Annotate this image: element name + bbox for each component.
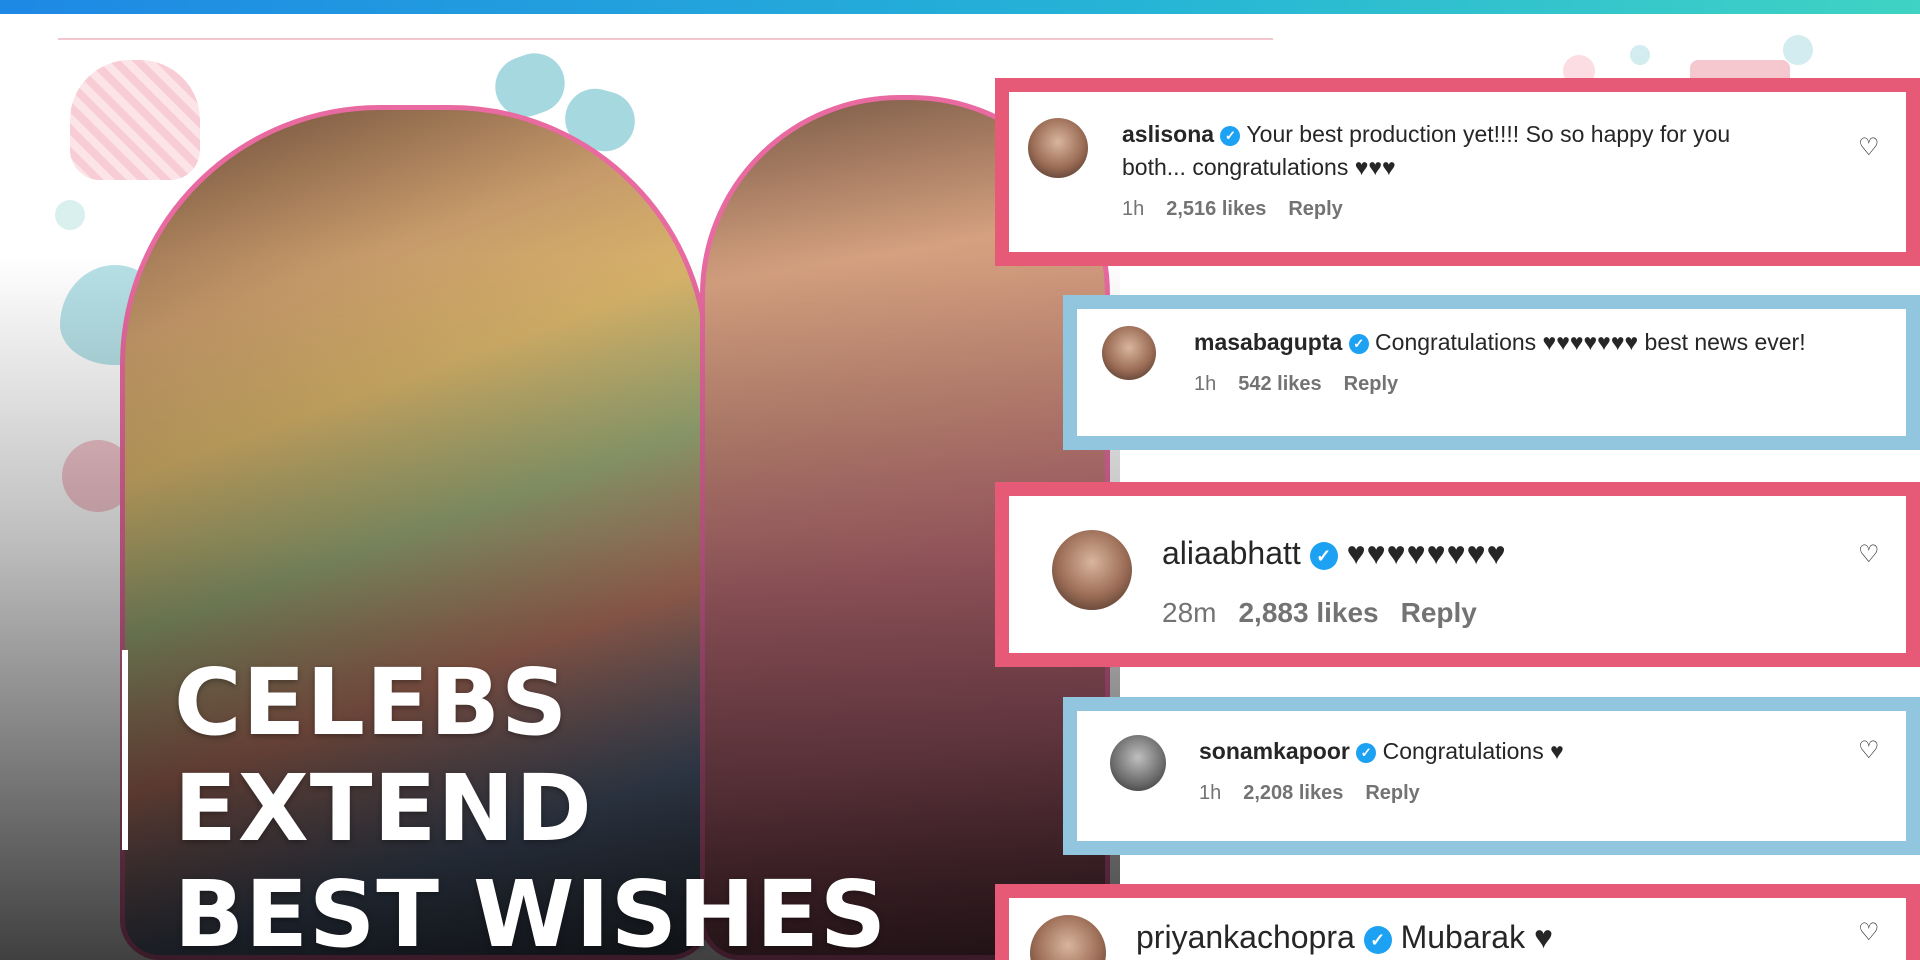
verified-badge-icon: ✓ [1220,125,1241,146]
comment-time: 1h [1199,782,1222,804]
reply-button[interactable]: Reply [1365,777,1419,810]
headline-line-2: BEST WISHES [174,861,888,960]
likes-count[interactable]: 2,883 likes [1238,590,1378,636]
heart-outline-icon[interactable]: ♡ [1858,540,1880,569]
username[interactable]: sonamkapoor [1199,738,1350,764]
reply-button[interactable]: Reply [1344,368,1398,401]
avatar[interactable] [1110,735,1166,791]
comment-aslisona: aslisona ✓ Your best production yet!!!! … [1028,118,1868,226]
comment-masabagupta: masabagupta ✓ Congratulations ♥♥♥♥♥♥♥ be… [1102,326,1902,401]
comment-priyankachopra: priyankachopra ✓ Mubarak ♥ [1030,915,1850,960]
comment-text: Your best production yet!!!! So so happy… [1246,121,1731,147]
username[interactable]: aslisona [1122,121,1214,147]
reply-button[interactable]: Reply [1288,193,1342,226]
avatar[interactable] [1102,326,1156,380]
decor-bubble [1630,45,1650,65]
likes-count[interactable]: 2,516 likes [1166,193,1266,226]
avatar[interactable] [1028,118,1088,178]
comment-text: ♥♥♥♥♥♥♥♥ [1346,535,1507,571]
reply-button[interactable]: Reply [1401,590,1477,636]
avatar[interactable] [1030,915,1106,960]
username[interactable]: masabagupta [1194,329,1342,355]
heart-outline-icon[interactable]: ♡ [1858,918,1880,947]
comment-text: Congratulations ♥♥♥♥♥♥♥ best news ever! [1375,329,1806,355]
comment-sonamkapoor: sonamkapoor ✓ Congratulations ♥ 1h 2,208… [1110,735,1830,810]
headline-accent-bar [122,650,128,850]
comment-time: 28m [1162,597,1217,628]
username[interactable]: priyankachopra [1136,919,1355,955]
likes-count[interactable]: 542 likes [1238,368,1321,401]
comment-aliaabhatt: aliaabhatt ✓ ♥♥♥♥♥♥♥♥ 28m 2,883 likes Re… [1052,530,1872,636]
verified-badge-icon: ✓ [1356,742,1377,763]
decor-bubble [1783,35,1813,65]
verified-badge-icon: ✓ [1348,333,1369,354]
heart-outline-icon[interactable]: ♡ [1858,736,1880,765]
headline-line-1: CELEBS EXTEND [174,649,593,862]
heart-outline-icon[interactable]: ♡ [1858,133,1880,162]
top-accent-bar [0,0,1920,14]
avatar[interactable] [1052,530,1132,610]
headline: CELEBS EXTEND BEST WISHES [174,650,994,960]
verified-badge-icon: ✓ [1309,541,1338,570]
username[interactable]: aliaabhatt [1162,535,1301,571]
likes-count[interactable]: 2,208 likes [1243,777,1343,810]
comment-time: 1h [1194,373,1217,395]
comment-text: Mubarak ♥ [1400,919,1553,955]
verified-badge-icon: ✓ [1363,925,1392,954]
comment-time: 1h [1122,198,1145,220]
comment-text: Congratulations ♥ [1382,738,1564,764]
comment-text-continued: both... congratulations ♥♥♥ [1122,154,1396,180]
